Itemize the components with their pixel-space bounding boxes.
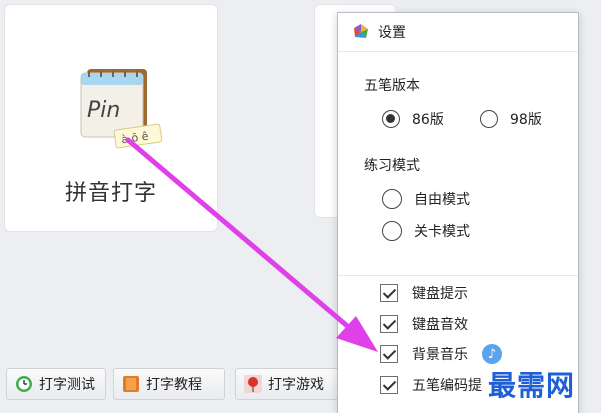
watermark-logo: 最需网 [488,369,576,402]
annotation-arrow [125,137,378,352]
